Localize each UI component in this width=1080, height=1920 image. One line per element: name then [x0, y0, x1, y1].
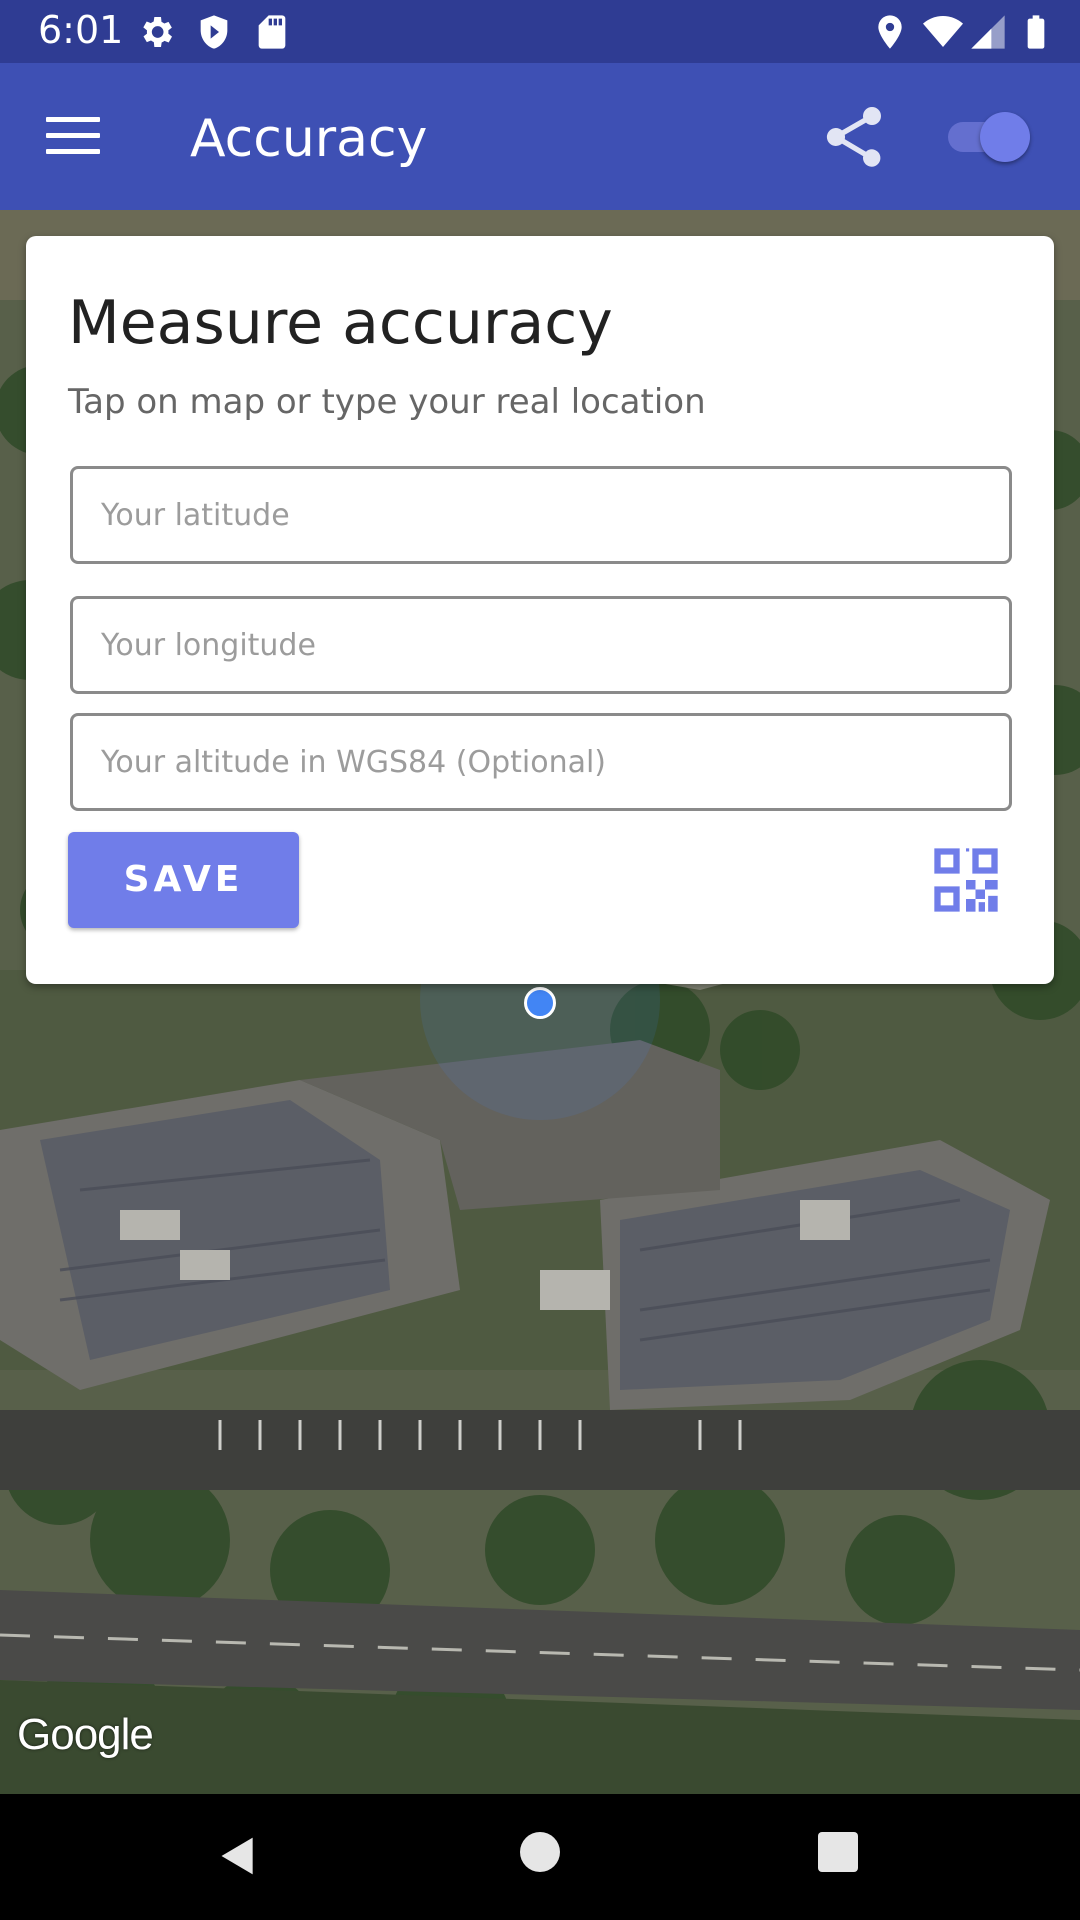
card-title: Measure accuracy: [68, 288, 613, 358]
wifi-icon: [923, 16, 963, 47]
page-title: Accuracy: [190, 109, 428, 169]
latitude-input[interactable]: [73, 469, 1009, 561]
system-nav-bar: [0, 1794, 1080, 1920]
back-icon[interactable]: [216, 1834, 260, 1878]
status-bar: 6:01: [0, 0, 1080, 63]
longitude-input[interactable]: [73, 599, 1009, 691]
sd-card-icon: [258, 15, 286, 49]
altitude-input[interactable]: [73, 716, 1009, 808]
measure-accuracy-card: Measure accuracy Tap on map or type your…: [26, 236, 1054, 984]
qr-code-icon[interactable]: [928, 842, 1004, 918]
longitude-field: [70, 596, 1012, 694]
card-subtitle: Tap on map or type your real location: [68, 382, 706, 422]
current-location-dot: [524, 987, 556, 1019]
battery-icon: [1027, 15, 1045, 49]
altitude-field: [70, 713, 1012, 811]
app-bar: Accuracy: [0, 63, 1080, 210]
latitude-field: [70, 466, 1012, 564]
signal-icon: [971, 15, 1005, 49]
hamburger-menu-icon[interactable]: [40, 111, 106, 163]
save-button[interactable]: SAVE: [68, 832, 299, 928]
app-toggle-switch[interactable]: [944, 110, 1034, 162]
home-icon[interactable]: [520, 1832, 560, 1872]
recents-icon[interactable]: [818, 1832, 858, 1872]
share-icon[interactable]: [818, 101, 890, 173]
shield-icon: [200, 15, 228, 49]
settings-icon: [143, 17, 172, 47]
google-attribution: Google: [17, 1710, 154, 1759]
status-time: 6:01: [38, 8, 124, 52]
location-icon: [878, 15, 902, 49]
